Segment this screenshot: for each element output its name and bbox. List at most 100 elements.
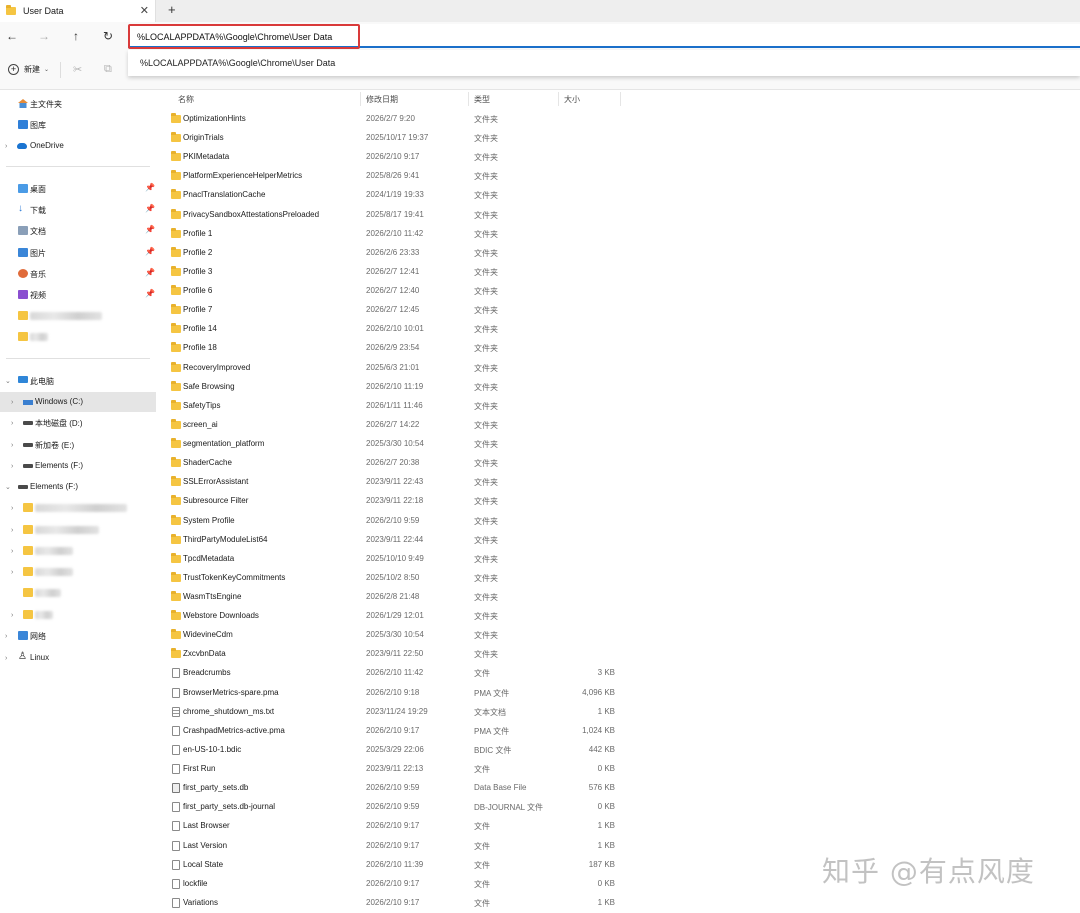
folder-row[interactable]: Webstore Downloads 2026/1/29 12:01 文件夹 bbox=[166, 607, 621, 626]
chevron-right-icon[interactable]: › bbox=[11, 505, 13, 512]
column-divider[interactable] bbox=[360, 92, 361, 106]
column-header-size[interactable]: 大小 bbox=[564, 94, 580, 105]
chevron-right-icon[interactable]: › bbox=[11, 420, 13, 427]
folder-row[interactable]: Profile 2 2026/2/6 23:33 文件夹 bbox=[166, 244, 621, 263]
column-header-name[interactable]: 名称 bbox=[178, 94, 194, 105]
sidebar-item-blurred-folder[interactable]: › bbox=[0, 562, 156, 582]
file-row[interactable]: First Run 2023/9/11 22:13 文件 0 KB bbox=[166, 760, 621, 779]
file-row[interactable]: Last Version 2026/2/10 9:17 文件 1 KB bbox=[166, 837, 621, 856]
sidebar-item-pictures[interactable]: 图片 📌 bbox=[0, 243, 156, 263]
pin-icon[interactable]: 📌 bbox=[145, 204, 155, 213]
folder-row[interactable]: Profile 6 2026/2/7 12:40 文件夹 bbox=[166, 282, 621, 301]
folder-row[interactable]: PKIMetadata 2026/2/10 9:17 文件夹 bbox=[166, 148, 621, 167]
folder-row[interactable]: Subresource Filter 2023/9/11 22:18 文件夹 bbox=[166, 492, 621, 511]
file-row[interactable]: lockfile 2026/2/10 9:17 文件 0 KB bbox=[166, 875, 621, 894]
new-button[interactable]: + 新建 ⌄ bbox=[8, 64, 49, 75]
sidebar-item-blurred-folder[interactable]: › bbox=[0, 520, 156, 540]
file-row[interactable]: chrome_shutdown_ms.txt 2023/11/24 19:29 文本… bbox=[166, 703, 621, 722]
folder-row[interactable]: OptimizationHints 2026/2/7 9:20 文件夹 bbox=[166, 110, 621, 129]
folder-row[interactable]: System Profile 2026/2/10 9:59 文件夹 bbox=[166, 512, 621, 531]
folder-row[interactable]: Profile 1 2026/2/10 11:42 文件夹 bbox=[166, 225, 621, 244]
sidebar-item-blurred-folder[interactable]: › bbox=[0, 498, 156, 518]
chevron-right-icon[interactable]: › bbox=[11, 569, 13, 576]
sidebar-item-drive-f[interactable]: › Elements (F:) bbox=[0, 456, 156, 476]
file-row[interactable]: Local State 2026/2/10 11:39 文件 187 KB bbox=[166, 856, 621, 875]
pin-icon[interactable]: 📌 bbox=[145, 247, 155, 256]
sidebar-item-drive-d[interactable]: › 本地磁盘 (D:) bbox=[0, 413, 156, 433]
cut-icon[interactable]: ✂ bbox=[73, 63, 82, 76]
pin-icon[interactable]: 📌 bbox=[145, 289, 155, 298]
folder-row[interactable]: Profile 3 2026/2/7 12:41 文件夹 bbox=[166, 263, 621, 282]
sidebar-item-videos[interactable]: 视频 📌 bbox=[0, 285, 156, 305]
sidebar-item-blurred-folder[interactable]: › bbox=[0, 541, 156, 561]
address-input[interactable]: %LOCALAPPDATA%\Google\Chrome\User Data bbox=[137, 32, 332, 42]
close-icon[interactable]: ✕ bbox=[140, 4, 149, 17]
folder-row[interactable]: screen_ai 2026/2/7 14:22 文件夹 bbox=[166, 416, 621, 435]
folder-row[interactable]: Profile 14 2026/2/10 10:01 文件夹 bbox=[166, 320, 621, 339]
file-row[interactable]: en-US-10-1.bdic 2025/3/29 22:06 BDIC 文件 442… bbox=[166, 741, 621, 760]
folder-row[interactable]: segmentation_platform 2025/3/30 10:54 文件夹 bbox=[166, 435, 621, 454]
chevron-right-icon[interactable]: › bbox=[5, 143, 7, 150]
sidebar-item-elements-root[interactable]: ⌄ Elements (F:) bbox=[0, 477, 156, 497]
folder-row[interactable]: RecoveryImproved 2025/6/3 21:01 文件夹 bbox=[166, 359, 621, 378]
file-row[interactable]: Breadcrumbs 2026/2/10 11:42 文件 3 KB bbox=[166, 664, 621, 683]
sidebar-item-home[interactable]: 主文件夹 bbox=[0, 94, 156, 114]
file-row[interactable]: Variations 2026/2/10 9:17 文件 1 KB bbox=[166, 894, 621, 913]
up-button[interactable]: ↑ bbox=[68, 28, 84, 44]
folder-row[interactable]: TrustTokenKeyCommitments 2025/10/2 8:50 文件… bbox=[166, 569, 621, 588]
pin-icon[interactable]: 📌 bbox=[145, 268, 155, 277]
chevron-right-icon[interactable]: › bbox=[11, 612, 13, 619]
folder-row[interactable]: TpcdMetadata 2025/10/10 9:49 文件夹 bbox=[166, 550, 621, 569]
chevron-right-icon[interactable]: › bbox=[11, 463, 13, 470]
sidebar-item-blurred-folder[interactable]: › bbox=[0, 605, 156, 625]
tab-user-data[interactable]: User Data ✕ bbox=[0, 0, 156, 22]
forward-button[interactable]: → bbox=[36, 28, 52, 44]
folder-row[interactable]: ShaderCache 2026/2/7 20:38 文件夹 bbox=[166, 454, 621, 473]
column-header-date[interactable]: 修改日期 bbox=[366, 94, 398, 105]
refresh-button[interactable]: ↻ bbox=[100, 28, 116, 44]
sidebar-item-blurred-folder[interactable] bbox=[0, 327, 156, 347]
folder-row[interactable]: PlatformExperienceHelperMetrics 2025/8/26… bbox=[166, 167, 621, 186]
sidebar-item-gallery[interactable]: 图库 bbox=[0, 115, 156, 135]
pin-icon[interactable]: 📌 bbox=[145, 183, 155, 192]
sidebar-item-linux[interactable]: › ♙ Linux bbox=[0, 648, 156, 668]
chevron-right-icon[interactable]: › bbox=[11, 548, 13, 555]
folder-row[interactable]: ZxcvbnData 2023/9/11 22:50 文件夹 bbox=[166, 645, 621, 664]
folder-row[interactable]: WidevineCdm 2025/3/30 10:54 文件夹 bbox=[166, 626, 621, 645]
sidebar-item-onedrive[interactable]: › OneDrive bbox=[0, 136, 156, 156]
sidebar-item-desktop[interactable]: 桌面 📌 bbox=[0, 179, 156, 199]
file-row[interactable]: BrowserMetrics-spare.pma 2026/2/10 9:18 PM… bbox=[166, 684, 621, 703]
folder-row[interactable]: WasmTtsEngine 2026/2/8 21:48 文件夹 bbox=[166, 588, 621, 607]
address-suggestion-item[interactable]: %LOCALAPPDATA%\Google\Chrome\User Data bbox=[140, 58, 335, 68]
column-divider[interactable] bbox=[558, 92, 559, 106]
copy-icon[interactable]: ⧉ bbox=[104, 63, 112, 76]
file-row[interactable]: first_party_sets.db-journal 2026/2/10 9:5… bbox=[166, 798, 621, 817]
file-row[interactable]: Last Browser 2026/2/10 9:17 文件 1 KB bbox=[166, 817, 621, 836]
column-divider[interactable] bbox=[620, 92, 621, 106]
folder-row[interactable]: PnaclTranslationCache 2024/1/19 19:33 文件夹 bbox=[166, 186, 621, 205]
chevron-right-icon[interactable]: › bbox=[11, 527, 13, 534]
folder-row[interactable]: ThirdPartyModuleList64 2023/9/11 22:44 文件夹 bbox=[166, 531, 621, 550]
sidebar-item-drive-e[interactable]: › 新加卷 (E:) bbox=[0, 435, 156, 455]
pin-icon[interactable]: 📌 bbox=[145, 225, 155, 234]
sidebar-item-documents[interactable]: 文档 📌 bbox=[0, 221, 156, 241]
sidebar-item-windows-c[interactable]: › Windows (C:) bbox=[0, 392, 156, 412]
folder-row[interactable]: Profile 18 2026/2/9 23:54 文件夹 bbox=[166, 339, 621, 358]
sidebar-item-blurred-folder[interactable] bbox=[0, 306, 156, 326]
file-row[interactable]: first_party_sets.db 2026/2/10 9:59 Data Ba… bbox=[166, 779, 621, 798]
sidebar-item-downloads[interactable]: ↓ 下载 📌 bbox=[0, 200, 156, 220]
chevron-right-icon[interactable]: › bbox=[11, 399, 13, 406]
chevron-right-icon[interactable]: › bbox=[5, 633, 7, 640]
folder-row[interactable]: OriginTrials 2025/10/17 19:37 文件夹 bbox=[166, 129, 621, 148]
folder-row[interactable]: SafetyTips 2026/1/11 11:46 文件夹 bbox=[166, 397, 621, 416]
sidebar-item-music[interactable]: 音乐 📌 bbox=[0, 264, 156, 284]
back-button[interactable]: ← bbox=[4, 28, 20, 44]
sidebar-item-this-pc[interactable]: ⌄ 此电脑 bbox=[0, 371, 156, 391]
folder-row[interactable]: SSLErrorAssistant 2023/9/11 22:43 文件夹 bbox=[166, 473, 621, 492]
folder-row[interactable]: Profile 7 2026/2/7 12:45 文件夹 bbox=[166, 301, 621, 320]
chevron-down-icon[interactable]: ⌄ bbox=[5, 377, 11, 385]
folder-row[interactable]: Safe Browsing 2026/2/10 11:19 文件夹 bbox=[166, 378, 621, 397]
chevron-right-icon[interactable]: › bbox=[5, 655, 7, 662]
column-divider[interactable] bbox=[468, 92, 469, 106]
sidebar-item-network[interactable]: › 网络 bbox=[0, 626, 156, 646]
